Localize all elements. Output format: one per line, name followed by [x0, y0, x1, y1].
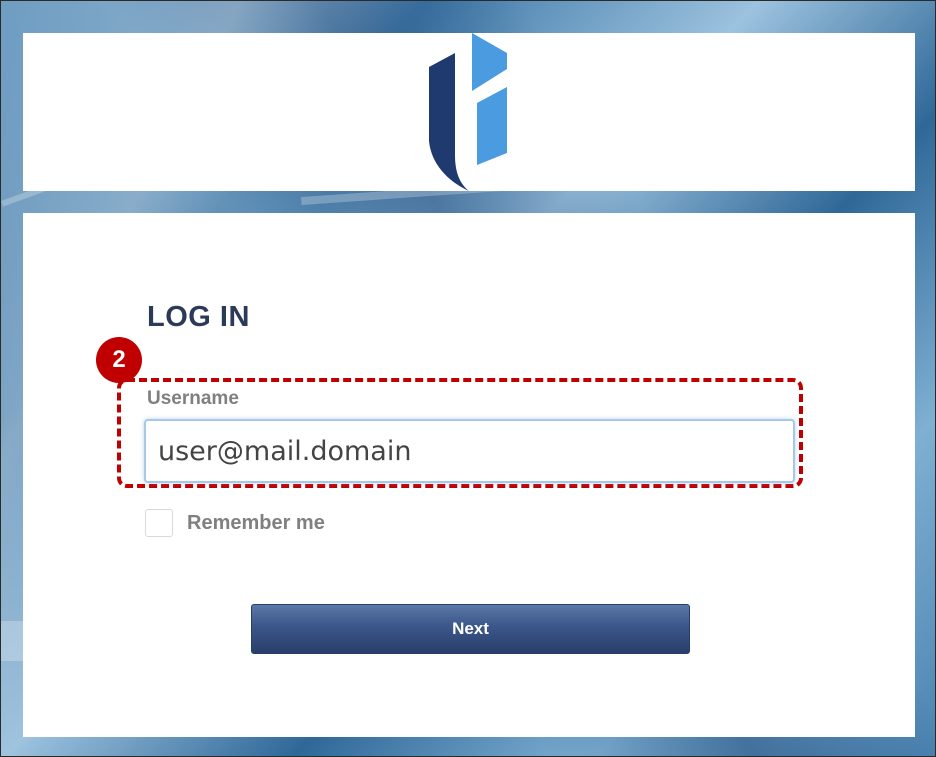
username-label: Username — [147, 388, 239, 409]
background-streak — [1, 621, 23, 661]
remember-me-row[interactable]: Remember me — [145, 509, 325, 537]
page-title: LOG IN — [147, 301, 250, 333]
login-screen: LOG IN 2 Username Remember me Next — [0, 0, 936, 757]
login-card: LOG IN 2 Username Remember me Next — [23, 213, 915, 737]
username-input[interactable] — [144, 419, 795, 483]
brand-logo-icon — [429, 33, 507, 191]
remember-me-label[interactable]: Remember me — [187, 512, 325, 535]
remember-me-checkbox[interactable] — [145, 509, 173, 537]
next-button[interactable]: Next — [251, 604, 690, 654]
logo-header — [23, 33, 915, 191]
step-number-badge: 2 — [96, 337, 142, 383]
